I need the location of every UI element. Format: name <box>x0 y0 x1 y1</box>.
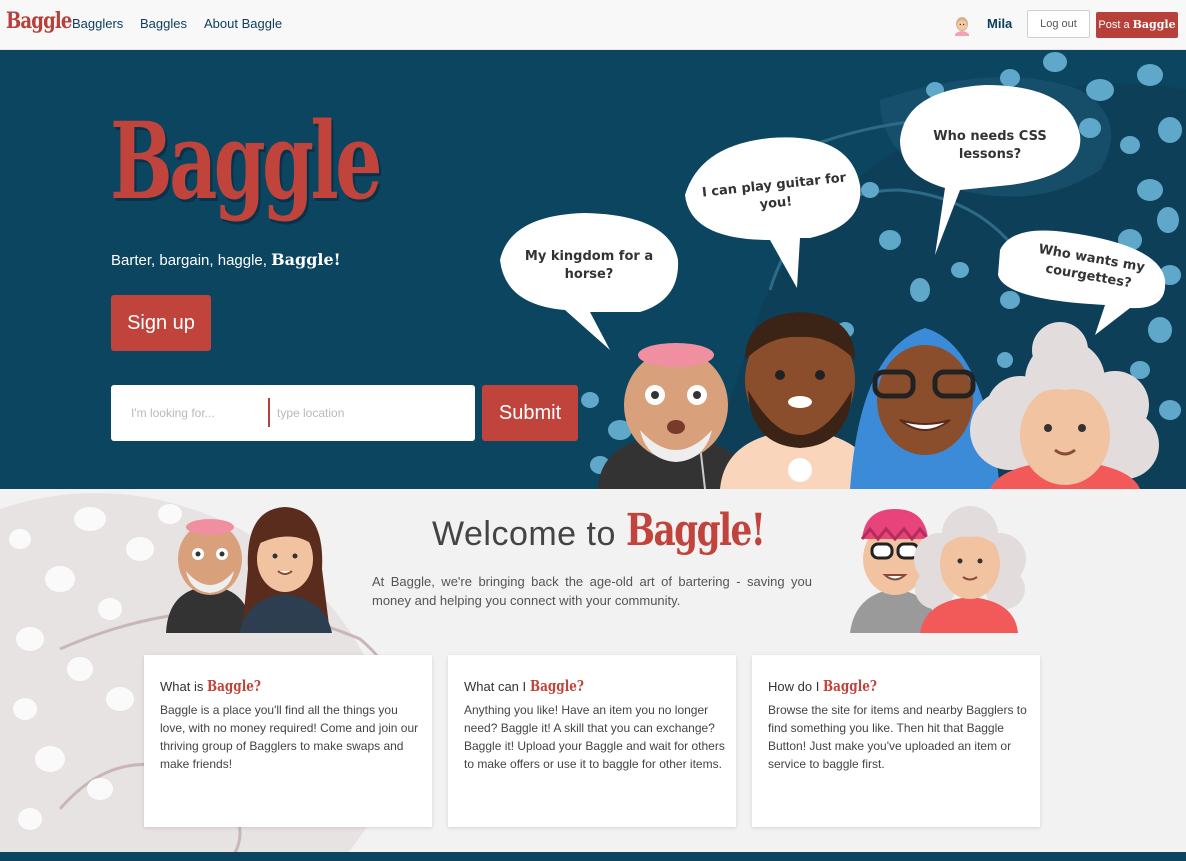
card-title-brand: Baggle? <box>529 677 584 695</box>
logout-button[interactable]: Log out <box>1027 10 1090 38</box>
card-body: Anything you like! Have an item you no l… <box>464 703 725 771</box>
user-avatar-icon[interactable] <box>952 14 972 36</box>
navbar: Baggle Bagglers Baggles About Baggle Mil… <box>0 0 1186 50</box>
nav-link-baggles[interactable]: Baggles <box>140 16 187 31</box>
card-title-text: What is <box>160 679 204 694</box>
info-card-what-is: What is Baggle? Baggle is a place you'll… <box>144 655 432 827</box>
card-body: Baggle is a place you'll find all the th… <box>160 703 419 771</box>
hero-tagline: Barter, bargain, haggle, Baggle! <box>111 250 341 269</box>
speech-bubble-horse: My kingdom for a horse? <box>524 249 654 282</box>
footer-strip <box>0 852 1186 861</box>
location-input[interactable] <box>277 397 467 429</box>
info-card-how-do: How do I Baggle? Browse the site for ite… <box>752 655 1040 827</box>
search-input[interactable] <box>131 397 261 429</box>
card-title-text: How do I <box>768 679 820 694</box>
signup-button[interactable]: Sign up <box>111 295 211 351</box>
tagline-brand: Baggle! <box>271 250 341 269</box>
submit-button[interactable]: Submit <box>482 385 578 441</box>
welcome-title-text: Welcome to <box>432 515 616 553</box>
speech-bubble-css: Who needs CSS lessons? <box>933 129 1047 162</box>
card-title-brand: Baggle? <box>822 677 877 695</box>
tagline-text: Barter, bargain, haggle, <box>111 252 267 269</box>
card-title: What is Baggle? <box>160 677 274 695</box>
welcome-title: Welcome to Baggle! <box>432 505 803 556</box>
hero-section: Baggle Barter, bargain, haggle, Baggle! … <box>0 50 1186 489</box>
card-title: What can I Baggle? <box>464 677 597 695</box>
nav-link-bagglers[interactable]: Bagglers <box>72 16 123 31</box>
post-button-label: Post a <box>1098 19 1130 31</box>
card-title: How do I Baggle? <box>768 677 890 695</box>
nav-link-about[interactable]: About Baggle <box>204 16 282 31</box>
card-title-brand: Baggle? <box>206 677 261 695</box>
navbar-logo[interactable]: Baggle <box>6 8 72 34</box>
hero-logo: Baggle <box>110 98 382 223</box>
card-body: Browse the site for items and nearby Bag… <box>768 703 1027 771</box>
welcome-title-brand: Baggle! <box>625 505 766 556</box>
welcome-description: At Baggle, we're bringing back the age-o… <box>372 574 812 608</box>
post-button-brand: Baggle <box>1132 18 1176 31</box>
post-baggle-button[interactable]: Post a Baggle <box>1096 12 1178 38</box>
card-title-text: What can I <box>464 679 527 694</box>
search-form <box>111 385 475 441</box>
info-card-what-can: What can I Baggle? Anything you like! Ha… <box>448 655 736 827</box>
user-name[interactable]: Mila <box>987 16 1012 31</box>
search-divider <box>268 398 270 427</box>
